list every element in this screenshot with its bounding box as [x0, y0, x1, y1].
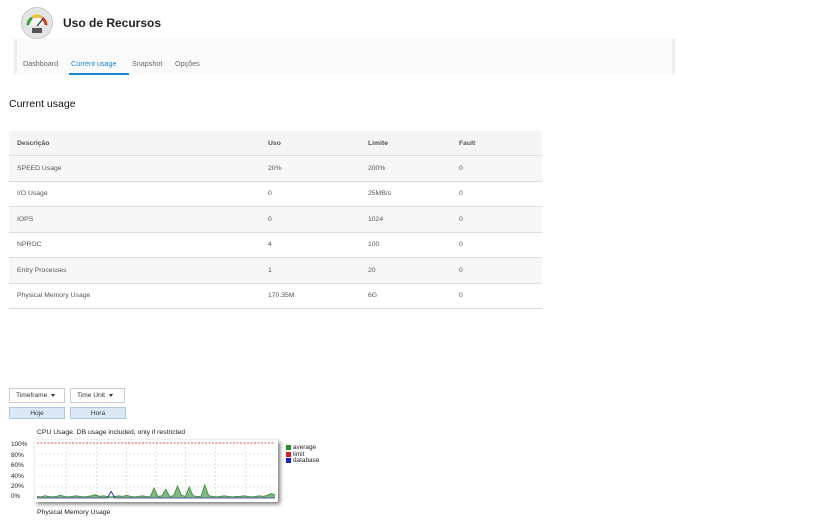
y-tick-label: 60%	[11, 462, 24, 469]
column-header-limite: Limite	[360, 131, 451, 156]
gauge-icon	[21, 7, 53, 39]
table-row: NPROC 4 100 0	[9, 232, 542, 258]
cell-descricao: Physical Memory Usage	[17, 292, 91, 300]
cell-limite: 100	[368, 241, 380, 249]
column-header-fault: Fault	[451, 131, 542, 156]
tab-snapshot[interactable]: Snapshot	[132, 59, 162, 68]
cell-fault: 0	[459, 164, 463, 172]
cell-limite: 20	[368, 266, 376, 274]
cell-uso: 4	[268, 241, 272, 249]
cell-fault: 0	[459, 190, 463, 198]
legend-item-database: database	[286, 458, 319, 465]
usage-table: Descrição Uso Limite Fault SPEED Usage 2…	[9, 131, 542, 309]
legend-swatch	[286, 445, 291, 450]
cpu-chart-plot	[36, 442, 276, 499]
cell-uso: 0	[268, 215, 272, 223]
cell-limite: 1024	[368, 215, 384, 223]
cell-limite: 6G	[368, 292, 378, 300]
cell-fault: 0	[459, 292, 463, 300]
page-title: Current usage	[9, 98, 76, 110]
time-unit-label: Time Unit	[77, 392, 105, 399]
y-tick-label: 40%	[11, 473, 24, 480]
cell-limite: 200%	[368, 164, 386, 172]
cell-fault: 0	[459, 241, 463, 249]
memory-chart-title: Physical Memory Usage	[37, 509, 111, 516]
table-header-row: Descrição Uso Limite Fault	[9, 131, 542, 156]
table-row: SPEED Usage 20% 200% 0	[9, 155, 542, 181]
table-row: Physical Memory Usage 170.35M 6G 0	[9, 283, 542, 309]
tab-dashboard[interactable]: Dashboard	[23, 59, 58, 68]
app-title: Uso de Recursos	[63, 16, 162, 30]
cpu-chart	[35, 440, 278, 502]
y-tick-label: 20%	[11, 483, 24, 490]
cell-fault: 0	[459, 266, 463, 274]
timeframe-label: Timeframe	[16, 392, 48, 399]
legend-label: database	[293, 457, 320, 465]
cell-fault: 0	[459, 215, 463, 223]
column-header-descricao: Descrição	[9, 131, 260, 156]
cell-uso: 20%	[268, 164, 282, 172]
y-tick-label: 80%	[11, 452, 24, 459]
cell-descricao: SPEED Usage	[17, 164, 62, 172]
caret-down-icon	[108, 394, 113, 397]
cell-uso: 0	[268, 190, 272, 198]
cell-descricao: IOPS	[17, 215, 34, 223]
column-header-uso: Uso	[260, 131, 360, 156]
caret-down-icon	[51, 394, 56, 397]
table-row: IOPS 0 1024 0	[9, 206, 542, 232]
hora-button[interactable]: Hora	[70, 407, 126, 419]
y-tick-label: 100%	[11, 441, 28, 448]
tab-bar: Dashboard Current usage Snapshot Opções	[14, 39, 675, 75]
active-tab-indicator	[69, 73, 129, 75]
app-header: Uso de Recursos	[21, 7, 161, 39]
table-row: Entry Processes 1 20 0	[9, 257, 542, 283]
cell-descricao: I/O Usage	[17, 190, 48, 198]
cell-uso: 170.35M	[268, 292, 295, 300]
cell-uso: 1	[268, 266, 272, 274]
cell-descricao: Entry Processes	[17, 266, 67, 274]
table-row: I/O Usage 0 25MB/s 0	[9, 181, 542, 207]
cpu-chart-title: CPU Usage. DB usage included, only if re…	[37, 429, 186, 436]
time-unit-dropdown[interactable]: Time Unit	[70, 388, 125, 403]
legend-swatch	[286, 451, 291, 457]
timeframe-dropdown[interactable]: Timeframe	[9, 388, 65, 403]
tab-current-usage[interactable]: Current usage	[71, 59, 117, 68]
hoje-button[interactable]: Hoje	[9, 407, 65, 419]
cell-limite: 25MB/s	[368, 190, 392, 198]
chart-legend: average limit database	[286, 444, 319, 465]
cell-descricao: NPROC	[17, 241, 42, 249]
tab-opcoes[interactable]: Opções	[175, 59, 200, 68]
y-tick-label: 0%	[11, 493, 21, 500]
legend-swatch	[286, 458, 291, 464]
